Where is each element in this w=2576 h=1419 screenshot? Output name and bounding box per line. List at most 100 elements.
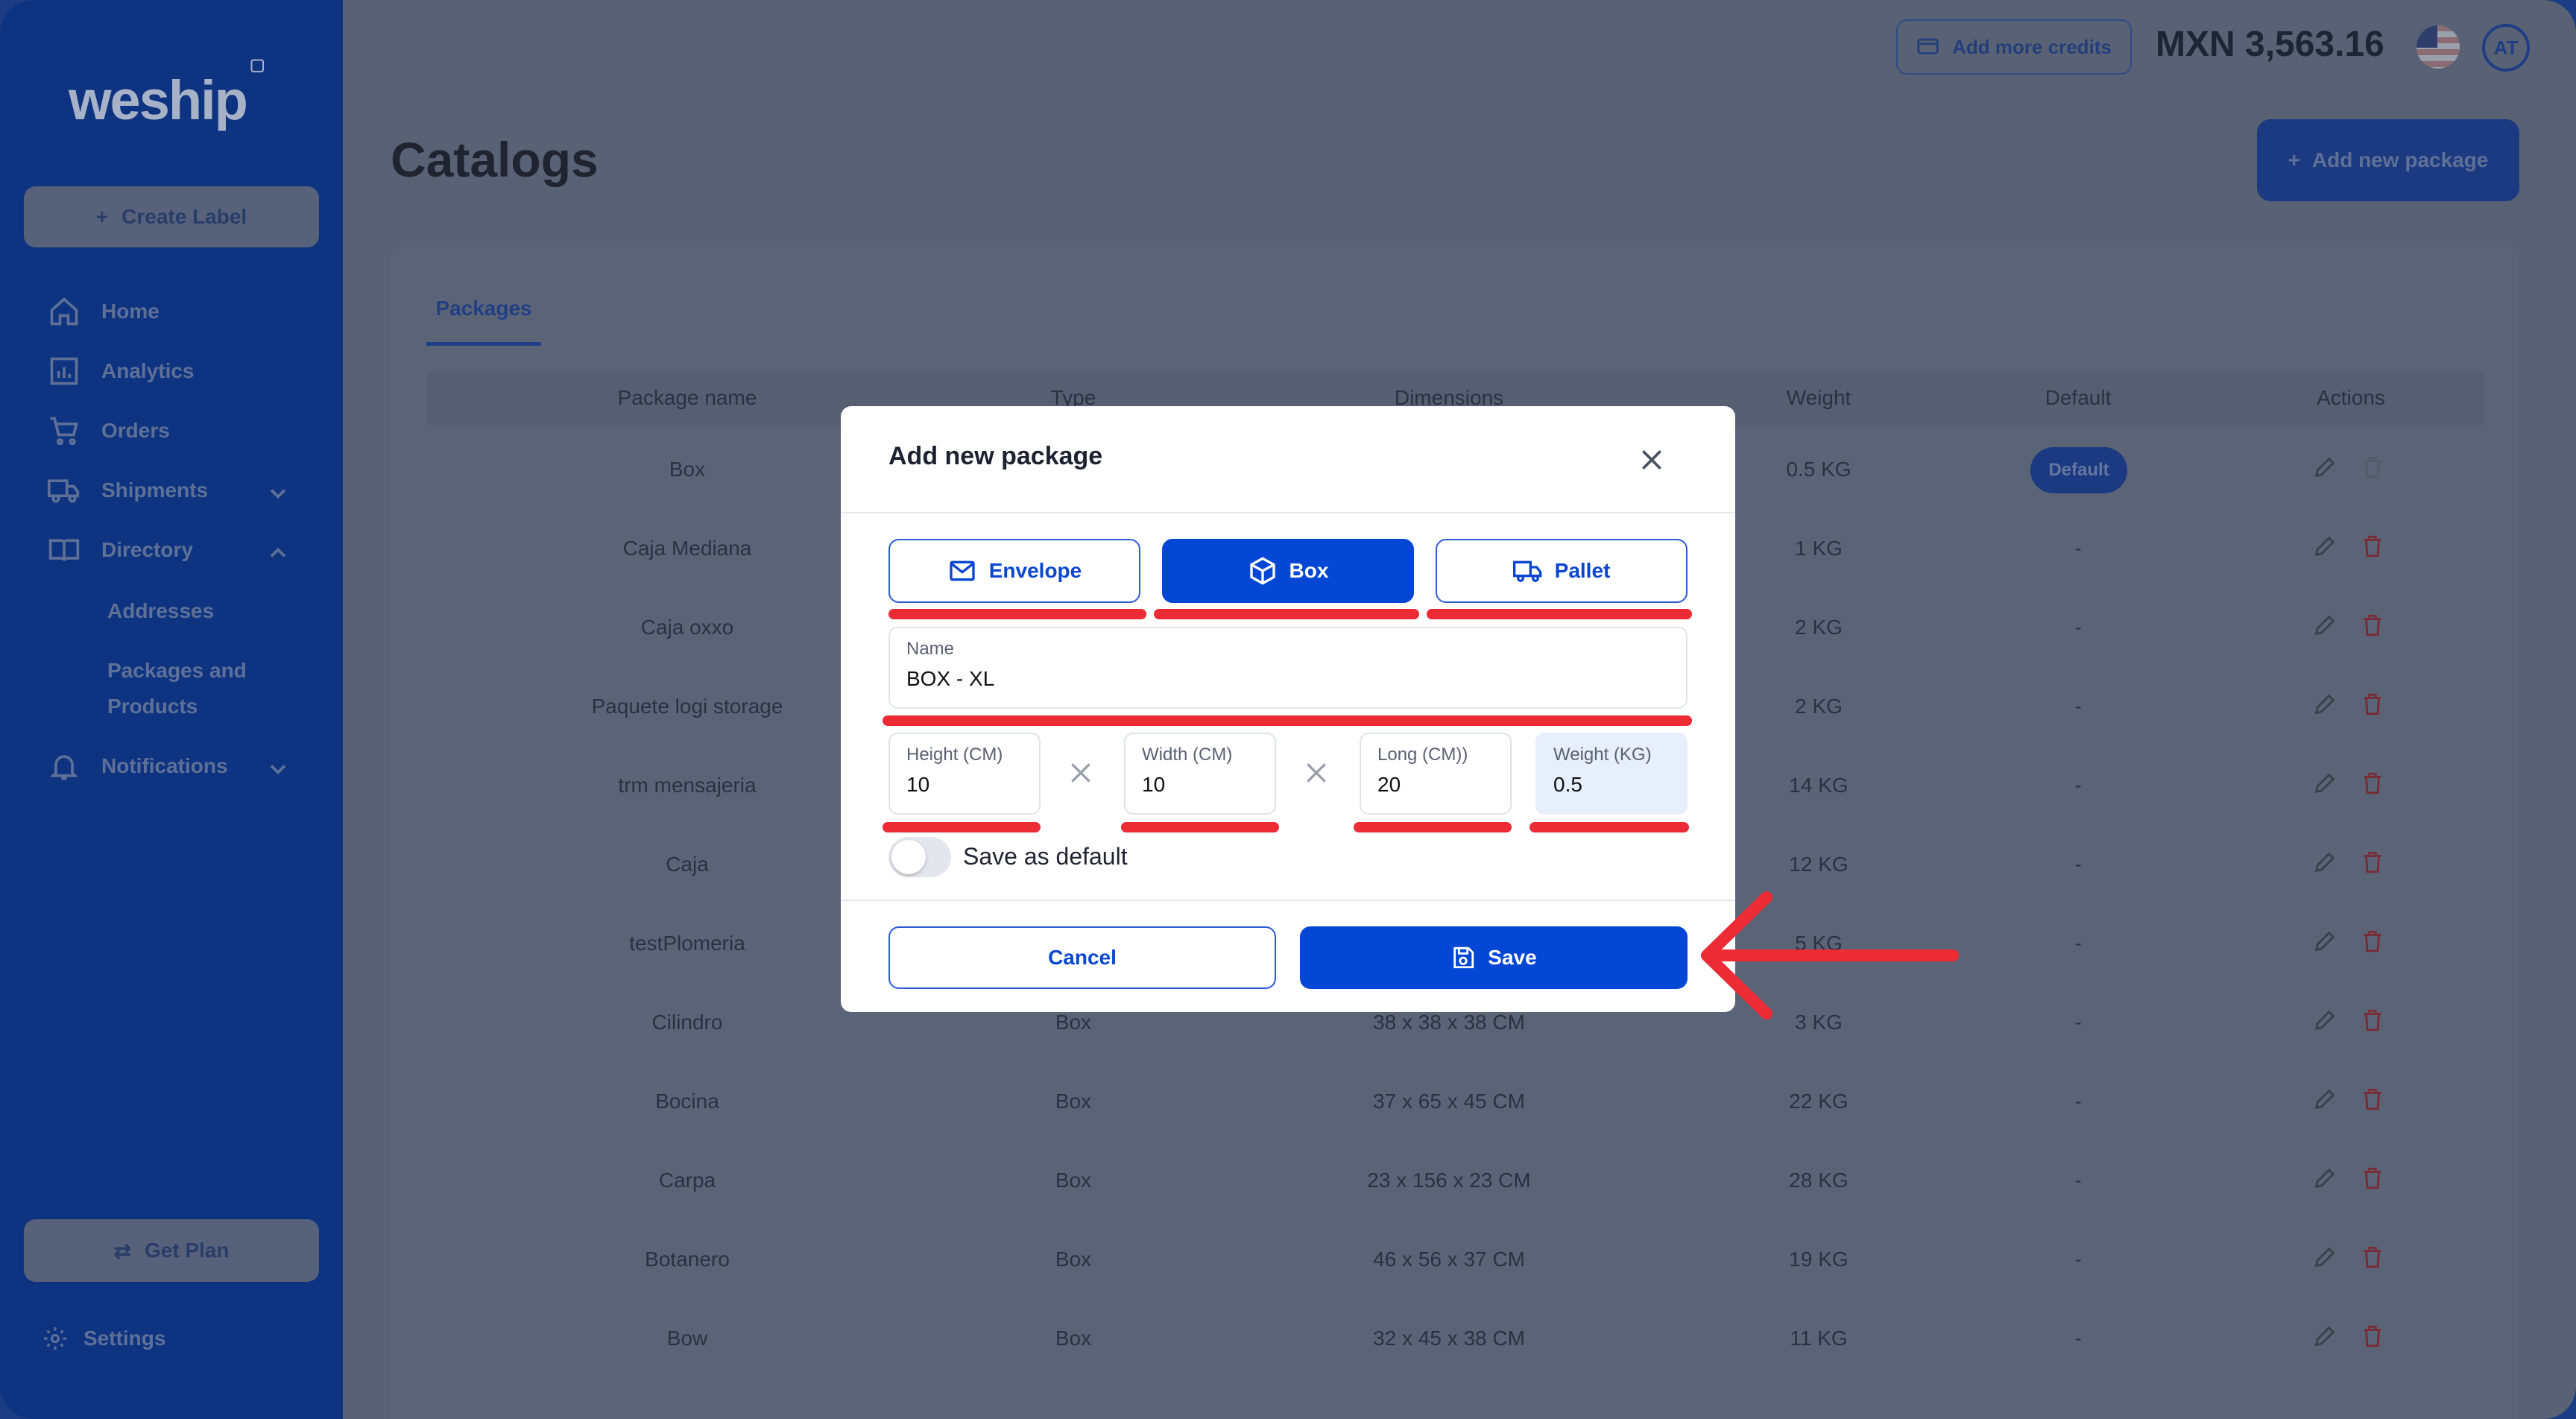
cart-icon [50,417,78,446]
create-label-button[interactable]: + Create Label [24,186,319,247]
trash-icon[interactable] [2360,455,2385,480]
height-field[interactable]: Height (CM) 10 [888,733,1041,815]
annotation-underline [1354,822,1512,832]
save-icon [1453,946,1474,969]
edit-icon[interactable] [2312,1166,2337,1191]
add-credits-button[interactable]: Add more credits [1896,19,2132,75]
weight-field[interactable]: Weight (KG) 0.5 [1535,733,1688,815]
width-field[interactable]: Width (CM) 10 [1124,733,1276,815]
cancel-button[interactable]: Cancel [888,926,1276,989]
truck-icon [48,479,80,503]
multiply-icon [1307,763,1326,783]
table-cell: 14 KG [1789,774,1849,797]
trash-icon[interactable] [2360,771,2385,796]
close-icon[interactable] [1637,445,1667,475]
edit-icon[interactable] [2312,1087,2337,1112]
table-cell: Paquete logi storage [591,695,783,718]
bell-icon [49,755,79,780]
type-envelope-button[interactable]: Envelope [888,539,1140,603]
annotation-underline [1427,609,1692,619]
sidebar-item-orders[interactable]: Orders [48,414,170,447]
weship-logo[interactable]: weship▢ [69,55,265,132]
table-cell: - [2074,1248,2082,1271]
table-cell: testPlomeria [629,932,745,955]
edit-icon[interactable] [2312,692,2337,717]
trash-icon[interactable] [2360,929,2385,954]
table-cell: - [2074,1327,2082,1350]
long-value: 20 [1377,773,1401,796]
edit-icon[interactable] [2312,929,2337,954]
table-cell: - [2074,616,2082,639]
get-plan-button[interactable]: ⇄ Get Plan [24,1219,319,1282]
edit-icon[interactable] [2312,455,2337,480]
table-cell: Box [1055,1327,1092,1350]
home-icon [50,297,78,326]
trash-icon[interactable] [2360,534,2385,559]
table-cell: - [2074,537,2082,560]
chevron-down-icon[interactable] [265,756,291,783]
type-pallet-button[interactable]: Pallet [1436,539,1688,603]
chevron-up-icon[interactable] [265,540,291,566]
sidebar-subitem-packages[interactable]: Packages and Products [107,653,247,724]
sidebar-item-directory[interactable]: Directory [48,534,193,566]
annotation-underline [888,609,1146,619]
table-cell: 11 KG [1790,1327,1848,1350]
trash-icon[interactable] [2360,1324,2385,1349]
settings-link[interactable]: Settings [42,1325,165,1352]
trash-icon[interactable] [2360,850,2385,875]
table-cell: Bow [666,1327,708,1350]
sidebar: weship▢ + Create Label Home Analytics Or… [0,0,343,1419]
sidebar-item-analytics[interactable]: Analytics [48,355,195,388]
avatar[interactable]: AT [2482,24,2530,72]
gear-icon [44,1327,66,1350]
edit-icon[interactable] [2312,613,2337,638]
table-cell: 2 KG [1795,695,1843,718]
sidebar-subitem-addresses[interactable]: Addresses [107,593,214,629]
plus-icon: + [2288,148,2300,171]
table-cell: - [2074,774,2082,797]
add-new-package-button[interactable]: + Add new package [2257,119,2519,201]
annotation-arrow-icon [1701,891,1959,1020]
edit-icon[interactable] [2312,1245,2337,1270]
height-label: Height (CM) [906,745,1003,765]
table-cell: 37 x 65 x 45 CM [1373,1090,1525,1113]
trash-icon[interactable] [2360,613,2385,638]
table-cell: 46 x 56 x 37 CM [1373,1248,1525,1271]
book-icon [48,539,80,562]
table-cell: 32 x 45 x 38 CM [1373,1327,1525,1350]
trash-icon[interactable] [2360,1245,2385,1270]
trash-icon[interactable] [2360,1087,2385,1112]
table-cell: Box [1055,1090,1092,1113]
trash-icon[interactable] [2360,1008,2385,1033]
annotation-underline [1154,609,1419,619]
table-cell: - [2074,695,2082,718]
sidebar-item-shipments[interactable]: Shipments [48,474,208,507]
trash-icon[interactable] [2360,692,2385,717]
width-value: 10 [1142,773,1166,796]
long-label: Long (CM)) [1377,745,1468,765]
table-cell: Caja [666,853,709,876]
sidebar-item-home[interactable]: Home [48,295,160,328]
save-default-toggle[interactable] [888,837,951,877]
name-field[interactable]: Name BOX - XL [888,627,1688,709]
edit-icon[interactable] [2312,850,2337,875]
analytics-icon [50,357,78,385]
table-cell: Carpa [658,1169,716,1192]
tab-packages[interactable]: Packages [426,292,541,346]
annotation-underline [1121,822,1279,832]
edit-icon[interactable] [2312,771,2337,796]
column-header: Default [2045,386,2112,409]
long-field[interactable]: Long (CM)) 20 [1360,733,1512,815]
sidebar-item-notifications[interactable]: Notifications [48,750,228,783]
us-flag-icon[interactable] [2416,25,2460,69]
edit-icon[interactable] [2312,1324,2337,1349]
trash-icon[interactable] [2360,1166,2385,1191]
type-box-button[interactable]: Box [1162,539,1414,603]
save-button[interactable]: Save [1300,926,1688,989]
table-cell: Box [1055,1248,1092,1271]
chevron-down-icon[interactable] [265,480,291,507]
weight-value: 0.5 [1553,773,1582,796]
edit-icon[interactable] [2312,534,2337,559]
account-balance: MXN 3,563.16 [2156,25,2384,64]
edit-icon[interactable] [2312,1008,2337,1033]
